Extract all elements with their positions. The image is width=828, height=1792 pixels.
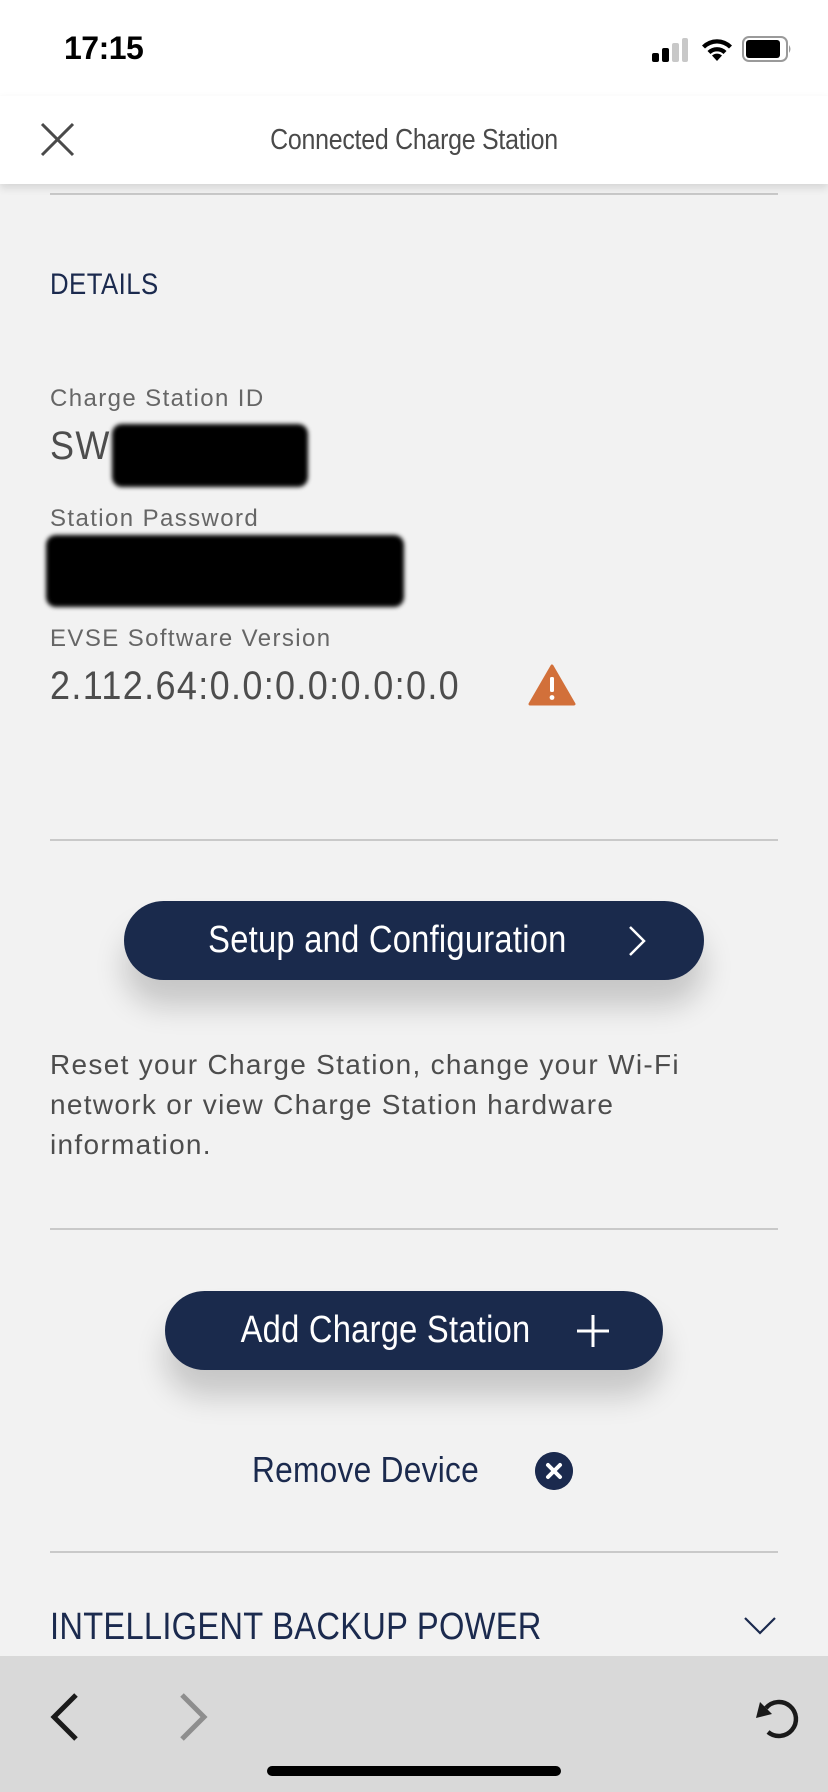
charge-station-id-value: SW	[50, 424, 111, 468]
add-charge-station-label: Add Charge Station	[241, 1309, 531, 1351]
home-indicator[interactable]	[267, 1766, 561, 1776]
setup-and-configuration-label: Setup and Configuration	[207, 919, 567, 961]
plus-icon	[576, 1314, 609, 1347]
chevron-right-icon[interactable]	[172, 1692, 214, 1742]
details-section-title: DETAILS	[50, 268, 159, 301]
add-charge-station-button[interactable]: Add Charge Station	[165, 1291, 663, 1370]
charge-station-id-label: Charge Station ID	[50, 385, 265, 412]
battery-icon	[742, 36, 791, 62]
divider	[50, 193, 778, 195]
setup-and-configuration-button[interactable]: Setup and Configuration	[124, 901, 704, 980]
divider	[50, 839, 778, 841]
divider	[50, 1228, 778, 1230]
warning-triangle-icon[interactable]	[528, 664, 576, 706]
evse-software-version-label: EVSE Software Version	[50, 625, 332, 652]
setup-description: Reset your Charge Station, change your W…	[50, 1049, 680, 1160]
chevron-down-icon[interactable]	[742, 1614, 778, 1638]
intelligent-backup-power-accordion[interactable]: INTELLIGENT BACKUP POWER	[50, 1606, 542, 1649]
redaction-overlay	[46, 535, 404, 607]
status-bar: 17:15	[0, 0, 828, 96]
station-password-label: Station Password	[50, 505, 260, 532]
app-header: Connected Charge Station	[0, 96, 828, 184]
chevron-left-icon[interactable]	[44, 1692, 86, 1742]
remove-circle-icon[interactable]	[535, 1452, 573, 1490]
cellular-signal-icon	[652, 38, 688, 62]
evse-software-version-value: 2.112.64:0.0:0.0:0.0:0.0	[50, 664, 461, 708]
remove-device-link[interactable]: Remove Device	[252, 1449, 479, 1491]
chevron-right-icon	[629, 925, 647, 956]
wifi-icon	[702, 39, 732, 61]
reload-icon[interactable]	[754, 1694, 802, 1742]
redaction-overlay	[112, 424, 308, 487]
status-time: 17:15	[64, 30, 144, 66]
divider	[50, 1551, 778, 1553]
page-title: Connected Charge Station	[270, 124, 558, 156]
browser-toolbar	[0, 1656, 828, 1792]
